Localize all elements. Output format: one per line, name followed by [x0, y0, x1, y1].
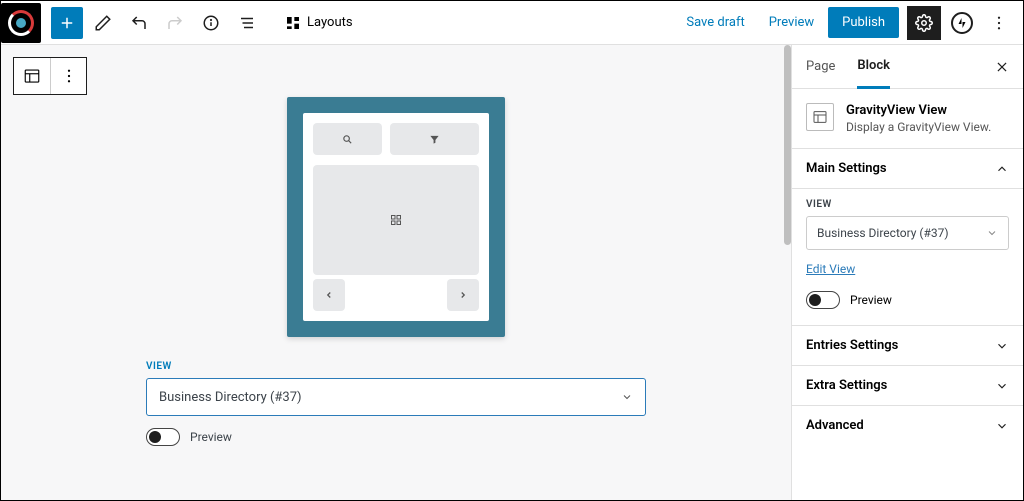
- preview-button[interactable]: Preview: [759, 15, 824, 30]
- grid-icon: [390, 214, 402, 226]
- view-field-label: VIEW: [146, 361, 646, 372]
- block-toolbar: [13, 57, 87, 95]
- settings-sidebar: Page Block GravityView View Display a Gr…: [791, 45, 1023, 500]
- save-draft-button[interactable]: Save draft: [676, 15, 754, 30]
- sidebar-preview-toggle[interactable]: [806, 291, 840, 309]
- view-select-value: Business Directory (#37): [159, 390, 302, 405]
- preview-toggle[interactable]: [146, 428, 180, 446]
- tab-block[interactable]: Block: [857, 46, 890, 89]
- filter-icon: [429, 134, 440, 145]
- chevron-down-icon: [986, 227, 998, 239]
- preview-next-button: [447, 279, 479, 311]
- sidebar-view-select[interactable]: Business Directory (#37): [806, 216, 1009, 250]
- chevron-up-icon: [995, 162, 1009, 176]
- close-icon: [995, 60, 1009, 74]
- site-logo[interactable]: [1, 3, 41, 43]
- settings-button[interactable]: [907, 6, 941, 40]
- chevron-down-icon: [995, 419, 1009, 433]
- sidebar-view-value: Business Directory (#37): [817, 226, 949, 240]
- sidebar-view-label: VIEW: [806, 199, 1009, 210]
- panel-extra-header[interactable]: Extra Settings: [792, 366, 1023, 406]
- editor-canvas[interactable]: VIEW Business Directory (#37) Preview: [1, 45, 791, 500]
- info-button[interactable]: [195, 7, 227, 39]
- gravityview-block-preview[interactable]: [287, 97, 505, 337]
- preview-search-tile: [313, 123, 382, 155]
- chevron-down-icon: [995, 379, 1009, 393]
- block-type-button[interactable]: [14, 58, 50, 94]
- block-type-icon: [23, 67, 41, 85]
- panel-main-settings-body: VIEW Business Directory (#37) Edit View …: [792, 189, 1023, 326]
- panel-main-settings-header[interactable]: Main Settings: [792, 149, 1023, 189]
- sidebar-preview-toggle-label: Preview: [850, 293, 892, 307]
- preview-filter-tile: [390, 123, 479, 155]
- block-info-icon: [806, 103, 834, 131]
- panel-advanced-header[interactable]: Advanced: [792, 406, 1023, 445]
- redo-button[interactable]: [159, 7, 191, 39]
- layouts-label: Layouts: [307, 15, 353, 30]
- block-more-button[interactable]: [50, 58, 86, 94]
- layouts-button[interactable]: Layouts: [275, 15, 363, 31]
- scrollbar[interactable]: [784, 45, 791, 245]
- preview-prev-button: [313, 279, 345, 311]
- undo-button[interactable]: [123, 7, 155, 39]
- block-info-description: Display a GravityView View.: [846, 120, 991, 134]
- chevron-right-icon: [458, 290, 468, 300]
- more-menu-button[interactable]: [983, 7, 1015, 39]
- layouts-icon: [285, 15, 301, 31]
- list-view-button[interactable]: [231, 7, 263, 39]
- edit-view-link[interactable]: Edit View: [806, 262, 855, 276]
- tab-page[interactable]: Page: [806, 45, 835, 88]
- add-block-button[interactable]: [51, 7, 83, 39]
- gear-icon: [915, 14, 933, 32]
- search-icon: [342, 134, 353, 145]
- chevron-down-icon: [995, 339, 1009, 353]
- edit-mode-button[interactable]: [87, 7, 119, 39]
- jetpack-button[interactable]: [951, 12, 973, 34]
- close-sidebar-button[interactable]: [995, 60, 1009, 74]
- view-select[interactable]: Business Directory (#37): [146, 378, 646, 416]
- preview-toggle-label: Preview: [190, 430, 232, 444]
- preview-content-tile: [313, 165, 479, 275]
- chevron-down-icon: [621, 391, 633, 403]
- block-info-title: GravityView View: [846, 103, 991, 118]
- publish-button[interactable]: Publish: [828, 7, 899, 38]
- chevron-left-icon: [324, 290, 334, 300]
- top-toolbar: Layouts Save draft Preview Publish: [1, 1, 1023, 45]
- panel-entries-header[interactable]: Entries Settings: [792, 326, 1023, 366]
